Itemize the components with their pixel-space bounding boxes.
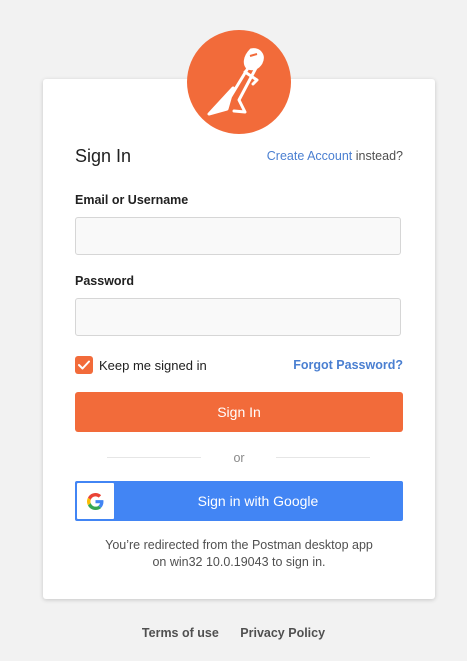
- page-title: Sign In: [75, 146, 132, 166]
- google-icon-box: [77, 483, 114, 519]
- password-field[interactable]: [75, 298, 401, 336]
- signin-card: Sign In Create Account instead? Email or…: [43, 79, 435, 599]
- or-divider-text: or: [233, 451, 245, 465]
- create-account-suffix: instead?: [355, 149, 403, 163]
- redirect-note-line1: You’re redirected from the Postman deskt…: [105, 538, 373, 552]
- privacy-policy-link[interactable]: Privacy Policy: [240, 626, 325, 640]
- checkmark-icon: [78, 360, 90, 370]
- create-account-prompt: Create Account instead?: [267, 149, 403, 163]
- google-sign-in-label: Sign in with Google: [197, 493, 319, 509]
- email-field[interactable]: [75, 217, 401, 255]
- create-account-link[interactable]: Create Account: [267, 149, 352, 163]
- divider-right: [276, 457, 370, 458]
- footer: Terms of use Privacy Policy: [0, 626, 467, 640]
- google-g-icon: [87, 492, 104, 510]
- keep-signed-in-label[interactable]: Keep me signed in: [99, 358, 207, 373]
- postman-astronaut-icon: [207, 48, 264, 116]
- email-label: Email or Username: [75, 193, 189, 207]
- redirect-note: You’re redirected from the Postman deskt…: [43, 537, 435, 571]
- google-sign-in-button[interactable]: Sign in with Google: [75, 481, 403, 521]
- password-label: Password: [75, 274, 135, 288]
- sign-in-button[interactable]: Sign In: [75, 392, 403, 432]
- forgot-password-link[interactable]: Forgot Password?: [293, 358, 403, 372]
- terms-of-use-link[interactable]: Terms of use: [142, 626, 219, 640]
- keep-signed-in-checkbox[interactable]: [75, 356, 93, 374]
- keep-signed-in-row: Keep me signed in: [75, 356, 207, 374]
- postman-logo: [187, 30, 291, 134]
- redirect-note-line2: on win32 10.0.19043 to sign in.: [152, 555, 326, 569]
